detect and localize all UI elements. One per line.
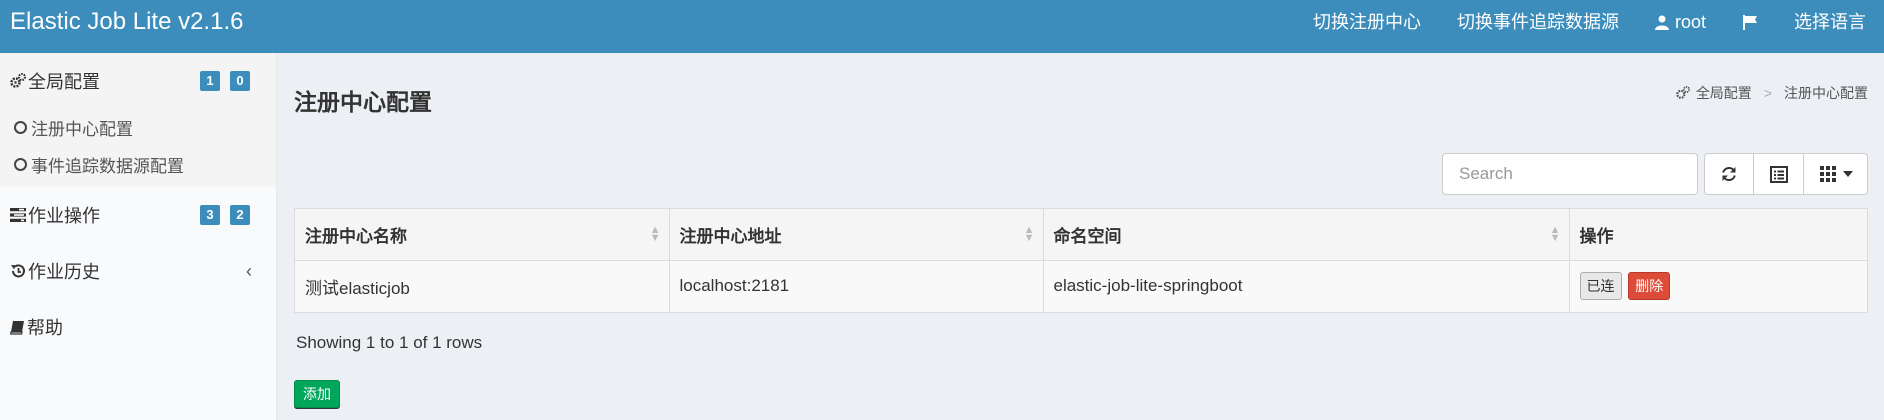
sidebar-item-help[interactable]: 帮助 (0, 299, 276, 355)
sidebar-item-job-history[interactable]: 作业历史 ‹ (0, 243, 276, 299)
search-input[interactable] (1442, 153, 1698, 195)
column-header-label: 注册中心地址 (679, 226, 782, 246)
list-alt-icon (1769, 165, 1788, 183)
count-badge: 0 (230, 71, 250, 91)
column-header-address[interactable]: 注册中心地址 ▲ ▼ (669, 209, 1044, 261)
breadcrumb-root[interactable]: 全局配置 (1696, 83, 1752, 103)
sidebar-item-label: 全局配置 (28, 72, 100, 92)
sort-icon: ▲ ▼ (649, 224, 661, 244)
user-menu[interactable]: root (1637, 0, 1724, 44)
language-select[interactable]: 选择语言 (1776, 0, 1884, 44)
count-badge: 2 (230, 205, 250, 225)
caret-down-icon (1842, 171, 1853, 177)
switch-registry-label: 切换注册中心 (1312, 12, 1421, 32)
sidebar-item-label: 作业操作 (28, 206, 100, 226)
toolbar-button-group (1704, 153, 1868, 195)
switch-registry-link[interactable]: 切换注册中心 (1295, 0, 1439, 44)
table-row: 测试elasticjob localhost:2181 elastic-job-… (295, 260, 1867, 312)
refresh-button[interactable] (1704, 153, 1754, 195)
flag-menu[interactable] (1724, 0, 1776, 44)
registry-table: 注册中心名称 ▲ ▼ 注册中心地址 ▲ ▼ 命名空间 ▲ ▼ 操作 测试elasticjob… (294, 208, 1868, 313)
history-icon (11, 264, 25, 278)
sidebar-group-global-config: 全局配置 1 0 注册中心配置 事件追踪数据源配置 (0, 53, 276, 187)
column-header-name[interactable]: 注册中心名称 ▲ ▼ (295, 209, 670, 261)
column-header-label: 命名空间 (1053, 226, 1122, 246)
switch-event-source-link[interactable]: 切换事件追踪数据源 (1439, 0, 1637, 44)
delete-button[interactable]: 删除 (1628, 272, 1671, 301)
gears-icon (10, 73, 26, 88)
sidebar-item-label: 作业历史 (28, 262, 100, 282)
sort-icon: ▲ ▼ (1549, 224, 1561, 244)
language-label: 选择语言 (1794, 12, 1866, 32)
column-header-namespace[interactable]: 命名空间 ▲ ▼ (1043, 209, 1570, 261)
sidebar-submenu-global-config: 注册中心配置 事件追踪数据源配置 (0, 109, 276, 187)
breadcrumb: 全局配置 > 注册中心配置 (1676, 83, 1868, 103)
breadcrumb-separator: > (1763, 85, 1772, 101)
user-icon (1654, 15, 1669, 30)
sidebar-item-global-config[interactable]: 全局配置 1 0 (0, 53, 276, 109)
cell-address: localhost:2181 (669, 260, 1044, 312)
column-header-label: 操作 (1579, 226, 1614, 246)
breadcrumb-current: 注册中心配置 (1784, 85, 1868, 101)
chevron-left-icon: ‹ (246, 260, 252, 281)
switch-event-source-label: 切换事件追踪数据源 (1456, 12, 1619, 32)
book-icon (10, 320, 24, 335)
sidebar: 全局配置 1 0 注册中心配置 事件追踪数据源配置 作业操作 3 2 作业历史 (0, 53, 277, 420)
column-header-label: 注册中心名称 (305, 226, 407, 246)
count-badge: 1 (200, 71, 220, 91)
count-badge: 3 (200, 205, 220, 225)
sidebar-item-event-source-config[interactable]: 事件追踪数据源配置 (0, 146, 276, 183)
pagination-info: Showing 1 to 1 of 1 rows (296, 333, 483, 352)
column-header-actions: 操作 (1569, 209, 1867, 261)
add-button[interactable]: 添加 (294, 380, 340, 408)
flag-icon (1743, 14, 1757, 30)
sidebar-item-job-ops[interactable]: 作业操作 3 2 (0, 187, 276, 243)
sort-icon: ▲ ▼ (1023, 224, 1035, 244)
cell-actions: 已连 删除 (1569, 260, 1867, 312)
circle-icon (14, 158, 27, 171)
table-header-row: 注册中心名称 ▲ ▼ 注册中心地址 ▲ ▼ 命名空间 ▲ ▼ 操作 (295, 209, 1867, 261)
table-toolbar (1442, 153, 1868, 195)
columns-dropdown-button[interactable] (1804, 153, 1868, 195)
connected-button[interactable]: 已连 (1579, 272, 1622, 301)
tasks-icon (10, 208, 26, 222)
cell-namespace: elastic-job-lite-springboot (1043, 260, 1570, 312)
top-nav: 切换注册中心 切换事件追踪数据源 root 选择语言 (1295, 0, 1884, 53)
main-content: 注册中心配置 全局配置 > 注册中心配置 注册中心名称▲▼ 注册 (278, 53, 1884, 420)
user-name: root (1674, 12, 1706, 32)
sidebar-item-label: 帮助 (27, 318, 63, 338)
sidebar-item-label: 注册中心配置 (31, 120, 133, 139)
app-title[interactable]: Elastic Job Lite v2.1.6 (10, 0, 243, 53)
grid-icon (1819, 166, 1836, 182)
top-navbar: Elastic Job Lite v2.1.6 切换注册中心 切换事件追踪数据源… (0, 0, 1884, 53)
sidebar-item-label: 事件追踪数据源配置 (31, 157, 184, 176)
toggle-view-button[interactable] (1754, 153, 1804, 195)
circle-icon (14, 121, 27, 134)
gears-icon (1676, 86, 1690, 99)
sidebar-item-registry-config[interactable]: 注册中心配置 (0, 109, 276, 146)
page-title: 注册中心配置 (294, 89, 432, 115)
refresh-icon (1722, 166, 1736, 182)
cell-name: 测试elasticjob (295, 260, 670, 312)
